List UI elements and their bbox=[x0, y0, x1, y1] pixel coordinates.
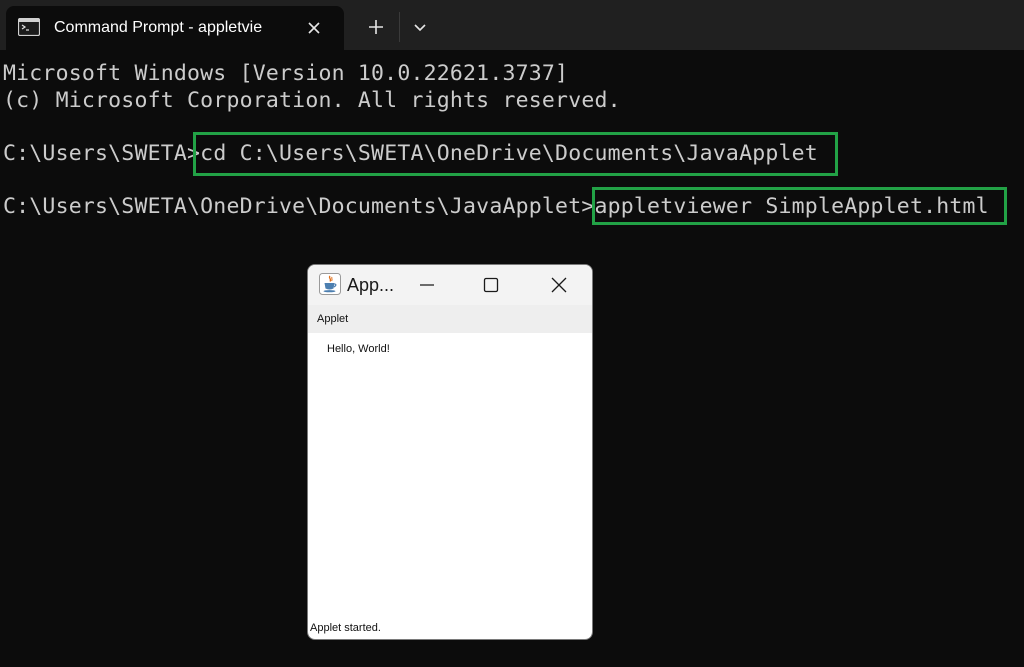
terminal-version-line: Microsoft Windows [Version 10.0.22621.37… bbox=[3, 61, 569, 86]
highlight-box-cd-command bbox=[193, 132, 838, 176]
applet-hello-message: Hello, World! bbox=[327, 343, 390, 355]
applet-viewer-window: App... Applet Hello, World! Applet start… bbox=[307, 264, 593, 640]
tab-command-prompt[interactable]: Command Prompt - appletvie bbox=[6, 6, 344, 50]
chevron-down-icon[interactable] bbox=[408, 15, 432, 39]
terminal-prompt: C:\Users\SWETA\OneDrive\Documents\JavaAp… bbox=[3, 194, 595, 219]
tabbar-divider bbox=[399, 12, 400, 42]
maximize-icon[interactable] bbox=[473, 270, 509, 300]
close-icon[interactable] bbox=[541, 270, 577, 300]
applet-menu-bar: Applet bbox=[308, 305, 592, 333]
plus-icon[interactable] bbox=[362, 13, 390, 41]
applet-status-text: Applet started. bbox=[310, 622, 381, 634]
terminal-copyright-line: (c) Microsoft Corporation. All rights re… bbox=[3, 88, 621, 113]
terminal-tab-bar: Command Prompt - appletvie bbox=[0, 0, 1024, 50]
tab-title: Command Prompt - appletvie bbox=[54, 19, 263, 36]
applet-title-bar[interactable]: App... bbox=[308, 265, 592, 305]
highlight-box-appletviewer-command bbox=[592, 187, 1007, 225]
applet-menu[interactable]: Applet bbox=[317, 313, 348, 326]
close-icon[interactable] bbox=[302, 16, 326, 40]
terminal-prompt: C:\Users\SWETA> bbox=[3, 141, 201, 166]
minimize-icon[interactable] bbox=[409, 270, 445, 300]
applet-window-title: App... bbox=[347, 275, 395, 295]
java-cup-icon bbox=[319, 273, 341, 295]
terminal-icon bbox=[17, 17, 41, 37]
applet-canvas: Hello, World! bbox=[308, 333, 592, 623]
